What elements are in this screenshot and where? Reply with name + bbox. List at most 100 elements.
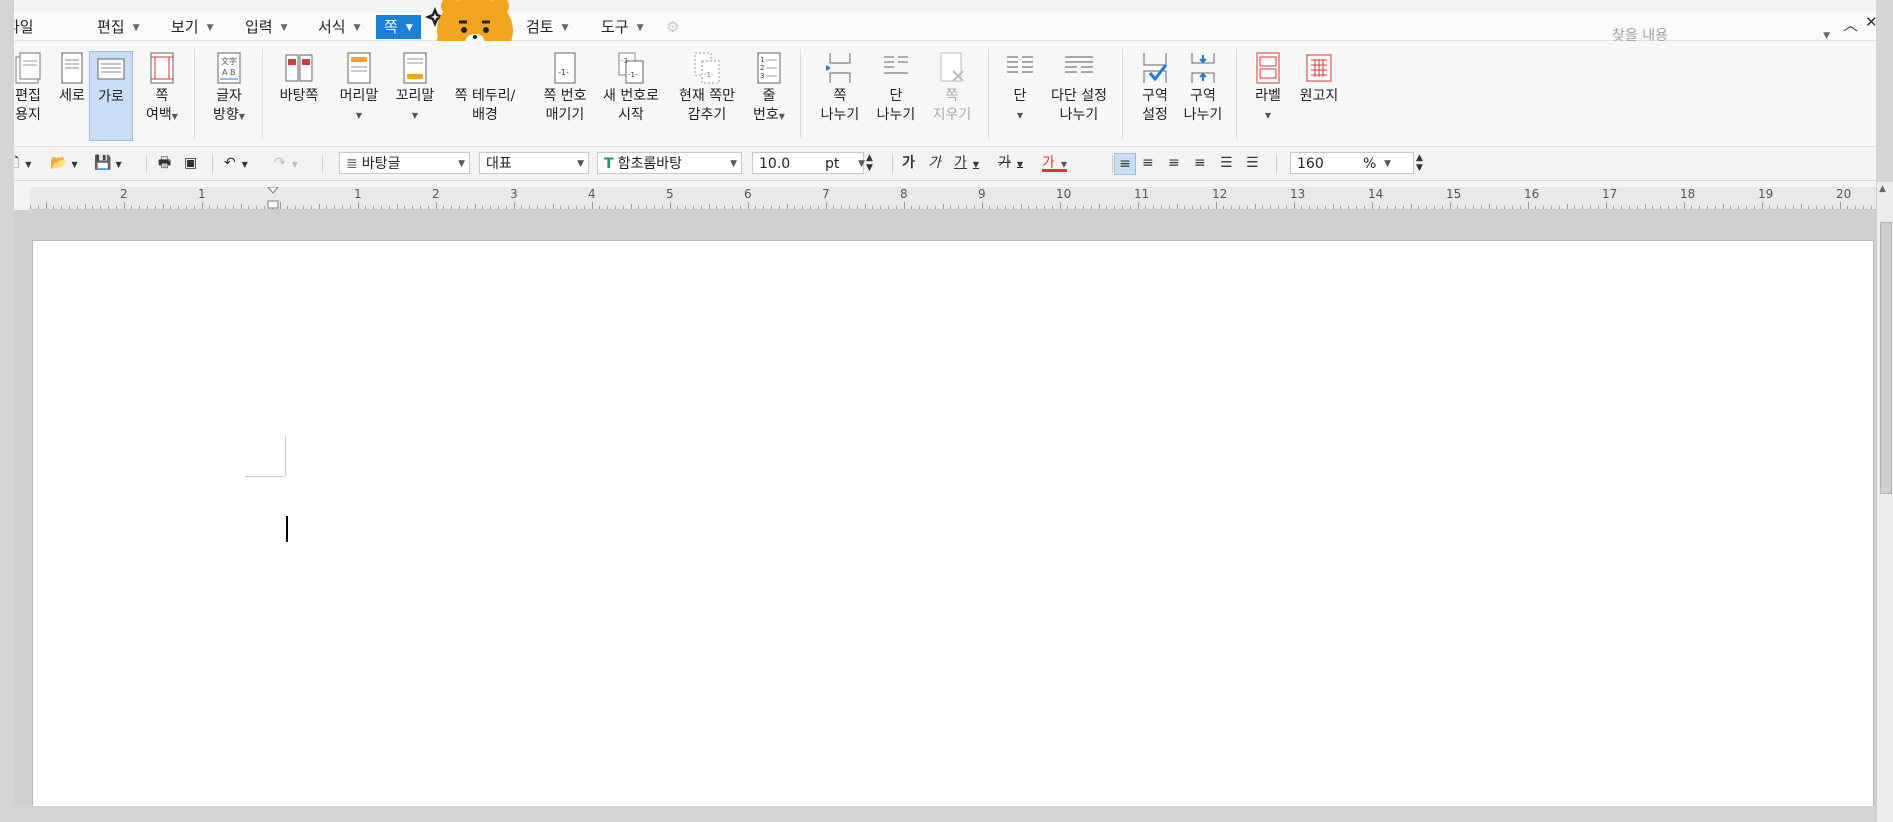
columns-button[interactable]: 단 ▼ bbox=[998, 51, 1042, 125]
ruler-tick bbox=[739, 206, 741, 209]
menu-page[interactable]: 쪽 ▼ bbox=[376, 15, 421, 39]
ruler-tick bbox=[1613, 206, 1615, 209]
separator bbox=[1122, 49, 1123, 139]
section-settings-button[interactable]: 구역 설정 bbox=[1132, 51, 1178, 125]
scroll-up-icon[interactable]: ▲ bbox=[1879, 184, 1886, 194]
preview-icon[interactable]: ▣ bbox=[184, 153, 197, 173]
divide-button[interactable]: ☰ bbox=[1246, 153, 1259, 173]
ruler-tick bbox=[1239, 206, 1240, 209]
label-button[interactable]: 라벨 ▼ bbox=[1246, 51, 1290, 125]
language-select[interactable]: 대표 ▼ bbox=[479, 152, 589, 174]
menu-view[interactable]: 보기 ▼ bbox=[171, 16, 214, 38]
font-select[interactable]: T 함초롬바탕 ▼ bbox=[597, 152, 742, 174]
chevron-down-icon: ▼ bbox=[858, 159, 865, 169]
page-break-button[interactable]: 쪽 나누기 bbox=[814, 51, 866, 125]
ruler-tick bbox=[1496, 206, 1498, 209]
ruler-tick bbox=[1184, 206, 1186, 209]
text-direction-button[interactable]: 文字 A B 글자 방향▼ bbox=[206, 51, 252, 126]
separator bbox=[1276, 155, 1277, 173]
button-label: 다단 설정 bbox=[1051, 88, 1107, 104]
ruler-tick bbox=[1098, 204, 1100, 209]
menu-format[interactable]: 서식 ▼ bbox=[318, 16, 361, 38]
vertical-scrollbar[interactable]: ▲ bbox=[1876, 182, 1893, 822]
ruler-tick bbox=[115, 206, 117, 209]
chevron-down-icon: ▼ bbox=[280, 22, 288, 33]
align-right-button[interactable]: ≡ bbox=[1194, 153, 1206, 173]
hide-current-page-button[interactable]: -1- 현재 쪽만 감추기 bbox=[672, 51, 742, 125]
redo-icon[interactable]: ↷ ▼ bbox=[274, 153, 298, 173]
align-justify-button[interactable]: ≡ bbox=[1114, 153, 1136, 175]
chevron-down-icon: ▼ bbox=[577, 159, 584, 169]
save-icon[interactable]: 💾 ▼ bbox=[94, 153, 122, 173]
extra-icon[interactable]: ⚙ bbox=[666, 16, 679, 38]
multi-column-button[interactable]: 다단 설정 나누기 bbox=[1044, 51, 1114, 125]
button-label: 감추기 bbox=[687, 107, 727, 123]
close-icon[interactable]: ✕ bbox=[1865, 13, 1876, 31]
ruler-tick bbox=[1543, 206, 1545, 209]
page-margin-button[interactable]: 쪽 여백▼ bbox=[140, 51, 184, 126]
ruler-number: 1 bbox=[198, 187, 206, 201]
ruler-tick bbox=[326, 206, 328, 209]
underline-button[interactable]: 가 ▼ bbox=[954, 153, 979, 173]
column-break-button[interactable]: 단 나누기 bbox=[870, 51, 922, 125]
new-document-icon[interactable]: 🗋▼ bbox=[14, 153, 31, 173]
menu-insert[interactable]: 입력 ▼ bbox=[245, 16, 288, 38]
ruler-tick bbox=[1449, 202, 1451, 209]
ruler-tick bbox=[279, 202, 281, 209]
horizontal-ruler[interactable]: 2 1 1 2 3 4 5 6 7 8 9 10 11 12 13 14 15 16 17 18 19 20 bbox=[30, 187, 1876, 210]
undo-icon[interactable]: ↶ ▼ bbox=[224, 153, 248, 173]
footer-button[interactable]: 꼬리말 ▼ bbox=[390, 51, 440, 125]
margin-guide bbox=[245, 476, 285, 477]
zoom-input[interactable]: 160 % ▼ bbox=[1290, 152, 1414, 174]
open-folder-icon[interactable]: 📂 ▼ bbox=[50, 153, 78, 173]
print-icon[interactable]: 🖶 bbox=[158, 153, 171, 173]
menu-file[interactable]: 파일 bbox=[14, 16, 34, 38]
ruler-tick bbox=[349, 206, 351, 209]
strikethrough-button[interactable]: 가 ▼ bbox=[998, 153, 1023, 173]
indent-marker-icon[interactable] bbox=[267, 187, 279, 209]
ruler-tick bbox=[1605, 202, 1607, 209]
ruler-tick bbox=[84, 204, 86, 209]
collapse-ribbon-icon[interactable]: ︿ bbox=[1843, 14, 1858, 35]
delete-page-icon bbox=[940, 52, 964, 82]
delete-page-button[interactable]: 쪽 지우기 bbox=[926, 51, 978, 125]
page-numbering-button[interactable]: -1- 쪽 번호 매기기 bbox=[526, 51, 604, 125]
font-color-button[interactable]: 가 ▼ bbox=[1042, 153, 1068, 172]
line-number-button[interactable]: 123 줄 번호▼ bbox=[747, 51, 791, 126]
separator bbox=[322, 155, 323, 173]
page-border-button[interactable]: 쪽 테두리/ 배경 bbox=[444, 51, 526, 125]
menu-label: 검토 bbox=[526, 18, 554, 36]
landscape-button[interactable]: 가로 bbox=[89, 51, 133, 141]
ruler-tick bbox=[30, 206, 31, 209]
header-button[interactable]: 머리말 ▼ bbox=[334, 51, 384, 125]
ruler-tick bbox=[934, 206, 936, 209]
align-left-button[interactable]: ≡ bbox=[1142, 153, 1154, 173]
ruler-tick bbox=[966, 206, 967, 209]
size-stepper[interactable]: ▲ ▼ bbox=[866, 153, 873, 173]
ruler-tick bbox=[162, 204, 164, 209]
page-setup-button[interactable]: 편집 용지 bbox=[14, 51, 48, 125]
page[interactable] bbox=[32, 240, 1874, 806]
paragraph-style-select[interactable]: ≣ 바탕글 ▼ bbox=[339, 152, 470, 174]
menu-tools[interactable]: 도구 ▼ bbox=[601, 16, 644, 38]
restart-numbering-button[interactable]: -3- -1- 새 번호로 시작 bbox=[598, 51, 664, 125]
manuscript-paper-button[interactable]: 원고지 bbox=[1294, 51, 1344, 106]
separator bbox=[212, 155, 213, 173]
distribute-button[interactable]: ☰ bbox=[1220, 153, 1233, 173]
portrait-button[interactable]: 세로 bbox=[52, 51, 92, 106]
italic-button[interactable]: 가 bbox=[928, 153, 941, 173]
master-page-button[interactable]: 바탕쪽 bbox=[274, 51, 324, 106]
bold-button[interactable]: 가 bbox=[902, 153, 915, 173]
ruler-tick bbox=[1668, 206, 1669, 209]
ruler-tick bbox=[310, 206, 312, 209]
align-center-button[interactable]: ≡ bbox=[1168, 153, 1180, 173]
scroll-thumb[interactable] bbox=[1880, 222, 1892, 494]
ruler-tick bbox=[599, 206, 601, 209]
button-label: 번호 bbox=[753, 107, 779, 123]
section-break-button[interactable]: 구역 나누기 bbox=[1180, 51, 1226, 125]
menu-edit[interactable]: 편집 ▼ bbox=[97, 16, 140, 38]
font-size-input[interactable]: 10.0 pt ▼ bbox=[752, 152, 865, 174]
zoom-value: 160 bbox=[1297, 156, 1324, 172]
zoom-stepper[interactable]: ▲ ▼ bbox=[1416, 153, 1423, 173]
menu-review[interactable]: 검토 ▼ bbox=[526, 16, 569, 38]
